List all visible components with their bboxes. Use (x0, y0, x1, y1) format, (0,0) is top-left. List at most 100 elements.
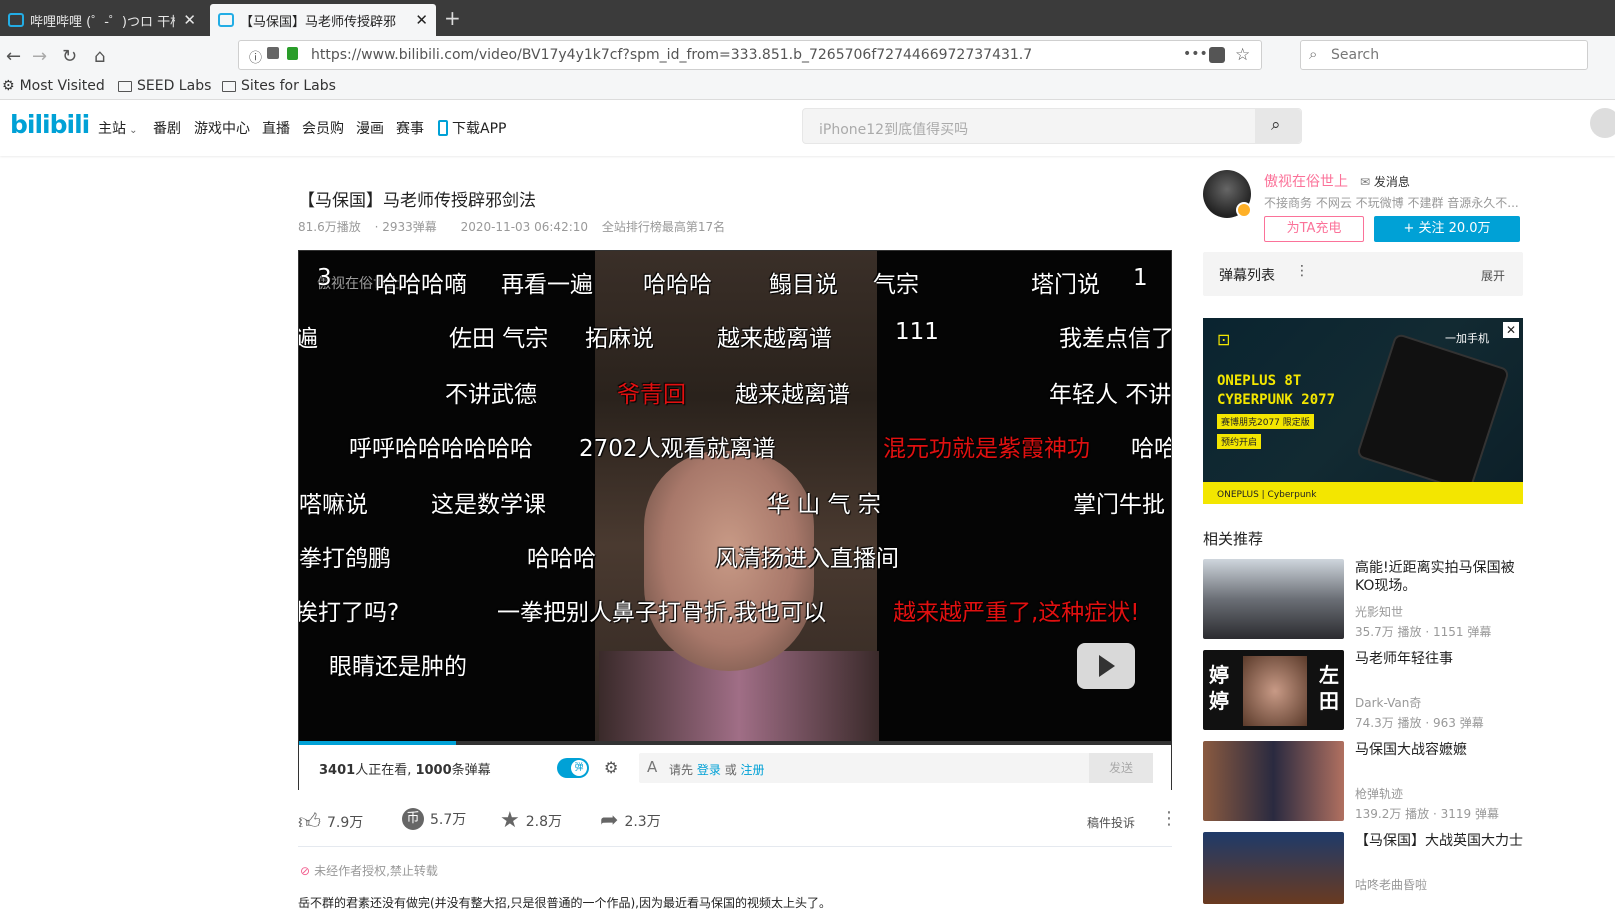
bookmark-most-visited[interactable]: ⚙ Most Visited (2, 78, 105, 94)
follow-button[interactable]: + 关注 20.0万 (1374, 216, 1520, 242)
phone-image (1355, 332, 1511, 494)
play-icon[interactable] (1077, 643, 1135, 689)
favorite-button[interactable]: ★ 2.8万 (500, 808, 562, 833)
tab-title: 【马保国】马老师传授辟邪 (240, 14, 397, 30)
forward-icon[interactable]: → (32, 46, 47, 67)
more-options-icon[interactable]: ⋮ (1295, 263, 1309, 279)
back-icon[interactable]: ← (6, 46, 21, 67)
home-icon[interactable]: ⌂ (94, 46, 105, 67)
recommend-stats: 35.7万 播放 · 1151 弹幕 (1355, 625, 1492, 639)
recommend-video-title[interactable]: 高能!近距离实拍马保国被KO现场。 (1355, 559, 1525, 595)
register-link[interactable]: 注册 (741, 763, 765, 777)
recommend-item[interactable]: 【马保国】大战英国大力士 咕咚老曲昏啦 (1203, 832, 1523, 914)
nav-label: 主站 (98, 121, 126, 137)
video-player[interactable]: 傲视在俗世上 3 哈哈哈嘀 再看一遍 哈哈哈 鳎目说 气宗 塔门说 1 遍 佐田… (298, 250, 1172, 791)
recommend-title: 相关推荐 (1203, 530, 1264, 548)
close-tab-icon[interactable]: ✕ (415, 11, 428, 29)
recommend-video-title[interactable]: 马老师年轻往事 (1355, 650, 1525, 668)
close-tab-icon[interactable]: ✕ (183, 11, 196, 29)
player-controls: 3401人正在看, 1000条弹幕 弹 ⚙ A 请先 登录 或 注册 发送 (299, 745, 1171, 791)
page-actions-icon[interactable]: ••• (1183, 46, 1208, 62)
site-header: bilibili 主站 ⌄ 番剧 游戏中心 直播 会员购 漫画 赛事 下载APP… (0, 100, 1615, 156)
viewer-count: 3401人正在看, 1000条弹幕 (319, 763, 491, 778)
bookmark-sites-for-labs[interactable]: Sites for Labs (222, 78, 336, 94)
tab-bilibili-home[interactable]: 哔哩哔哩 (゜-゜)つロ 干杯~-b ✕ (0, 4, 204, 36)
bookmark-star-icon[interactable]: ☆ (1235, 45, 1250, 65)
nav-shop[interactable]: 会员购 (302, 118, 344, 138)
login-link[interactable]: 登录 (697, 763, 721, 777)
nav-esports[interactable]: 赛事 (396, 118, 424, 138)
recommend-item[interactable]: 高能!近距离实拍马保国被KO现场。 光影知世 35.7万 播放 · 1151 弹… (1203, 559, 1523, 641)
pocket-icon[interactable] (1209, 47, 1225, 63)
url-bar[interactable]: ⓘ https://www.bilibili.com/video/BV17y4y… (238, 40, 1262, 70)
nav-game-center[interactable]: 游戏中心 (194, 118, 250, 138)
danmaku: 3 (317, 265, 332, 291)
share-button[interactable]: ➦ 2.3万 (600, 808, 661, 833)
coin-button[interactable]: 币 5.7万 (402, 808, 466, 830)
recommend-author[interactable]: 枪弹轨迹 (1355, 785, 1403, 802)
danmaku-settings-icon[interactable]: ⚙ (604, 758, 618, 777)
expand-button[interactable]: 展开 (1481, 267, 1505, 284)
charge-button[interactable]: 为TA充电 (1264, 216, 1364, 242)
url-text: https://www.bilibili.com/video/BV17y4y1k… (311, 47, 1033, 63)
video-thumbnail[interactable] (1203, 559, 1344, 639)
search-button[interactable]: ⌕ (1255, 109, 1301, 143)
recommend-video-title[interactable]: 马保国大战容嬷嬷 (1355, 741, 1525, 759)
new-tab-icon[interactable]: + (444, 6, 461, 30)
mail-icon: ✉ (1360, 175, 1374, 189)
nav-anime[interactable]: 番剧 (153, 118, 181, 138)
video-thumbnail[interactable] (1203, 832, 1344, 904)
bilibili-favicon-icon (218, 13, 234, 27)
avatar[interactable] (1590, 108, 1615, 138)
danmaku: 拳打鸽鹏 (299, 546, 391, 572)
tab-video[interactable]: 【马保国】马老师传授辟邪 ✕ (210, 4, 436, 36)
info-icon[interactable]: ⓘ (249, 47, 262, 66)
reload-icon[interactable]: ↻ (62, 46, 77, 67)
rank-info[interactable]: 全站排行榜最高第17名 (602, 220, 725, 234)
recommend-author[interactable]: 咕咚老曲昏啦 (1355, 876, 1427, 893)
danmaku: 我差点信了 (1059, 326, 1171, 352)
bookmark-seed-labs[interactable]: SEED Labs (118, 78, 211, 94)
uploader-sign: 不接商务 不网云 不玩微博 不建群 音源永久不... (1264, 196, 1519, 210)
more-options-icon[interactable]: ⋮ (1160, 808, 1178, 829)
danmaku: 塔门说 (1031, 272, 1100, 298)
recommend-item[interactable]: 婷婷 左田 马老师年轻往事 Dark-Van奇 74.3万 播放 · 963 弹… (1203, 650, 1523, 732)
camera-icon[interactable] (267, 47, 279, 59)
danmaku: 风清扬进入直播间 (715, 546, 899, 572)
danmaku: 掌门牛批 (1073, 492, 1165, 518)
browser-search-input[interactable]: ⌕ Search (1300, 40, 1588, 70)
uploader-name[interactable]: 傲视在俗世上 (1264, 171, 1348, 191)
danmaku: 嗒嘛说 (299, 492, 368, 518)
danmaku: 2702人观看就离谱 (579, 436, 776, 462)
nav-download-app[interactable]: 下载APP (438, 118, 506, 138)
recommend-item[interactable]: 马保国大战容嬷嬷 枪弹轨迹 139.2万 播放 · 3119 弹幕 (1203, 741, 1523, 823)
recommend-author[interactable]: Dark-Van奇 (1355, 694, 1421, 711)
bilibili-favicon-icon (8, 13, 24, 27)
video-thumbnail[interactable]: 婷婷 左田 (1203, 650, 1344, 730)
danmaku-input[interactable]: A 请先 登录 或 注册 发送 (639, 753, 1153, 783)
send-message-link[interactable]: ✉ 发消息 (1360, 173, 1410, 190)
font-style-icon[interactable]: A (647, 758, 657, 776)
close-icon[interactable]: ✕ (1503, 322, 1519, 338)
coin-count: 5.7万 (430, 812, 467, 828)
bilibili-logo[interactable]: bilibili (10, 110, 90, 139)
send-button[interactable]: 发送 (1089, 753, 1153, 783)
nav-manga[interactable]: 漫画 (356, 118, 384, 138)
divider (298, 846, 1172, 847)
like-button[interactable]: 👍︎ 7.9万 (298, 808, 363, 835)
ad-cta[interactable]: 预约开启 (1217, 434, 1262, 449)
recommend-author[interactable]: 光影知世 (1355, 603, 1403, 620)
site-search-input[interactable]: iPhone12到底值得买吗 ⌕ (802, 108, 1302, 144)
nav-main[interactable]: 主站 ⌄ (98, 118, 138, 138)
recommend-video-title[interactable]: 【马保国】大战英国大力士 (1355, 832, 1525, 850)
search-icon: ⌕ (1271, 115, 1281, 135)
danmaku-toggle[interactable]: 弹 (557, 758, 589, 778)
video-thumbnail[interactable] (1203, 741, 1344, 821)
video-frame[interactable]: 傲视在俗世上 3 哈哈哈嘀 再看一遍 哈哈哈 鳎目说 气宗 塔门说 1 遍 佐田… (299, 251, 1171, 741)
nav-live[interactable]: 直播 (262, 118, 290, 138)
report-link[interactable]: 稿件投诉 (1087, 814, 1135, 831)
ad-banner[interactable]: ⊡ 一加手机 ONEPLUS 8T CYBERPUNK 2077 赛博朋克2077… (1203, 318, 1523, 504)
danmaku-list-panel[interactable]: 弹幕列表 ⋮ 展开 (1203, 252, 1523, 296)
danmaku: 华 山 气 宗 (767, 492, 881, 518)
lock-icon[interactable] (287, 47, 298, 60)
